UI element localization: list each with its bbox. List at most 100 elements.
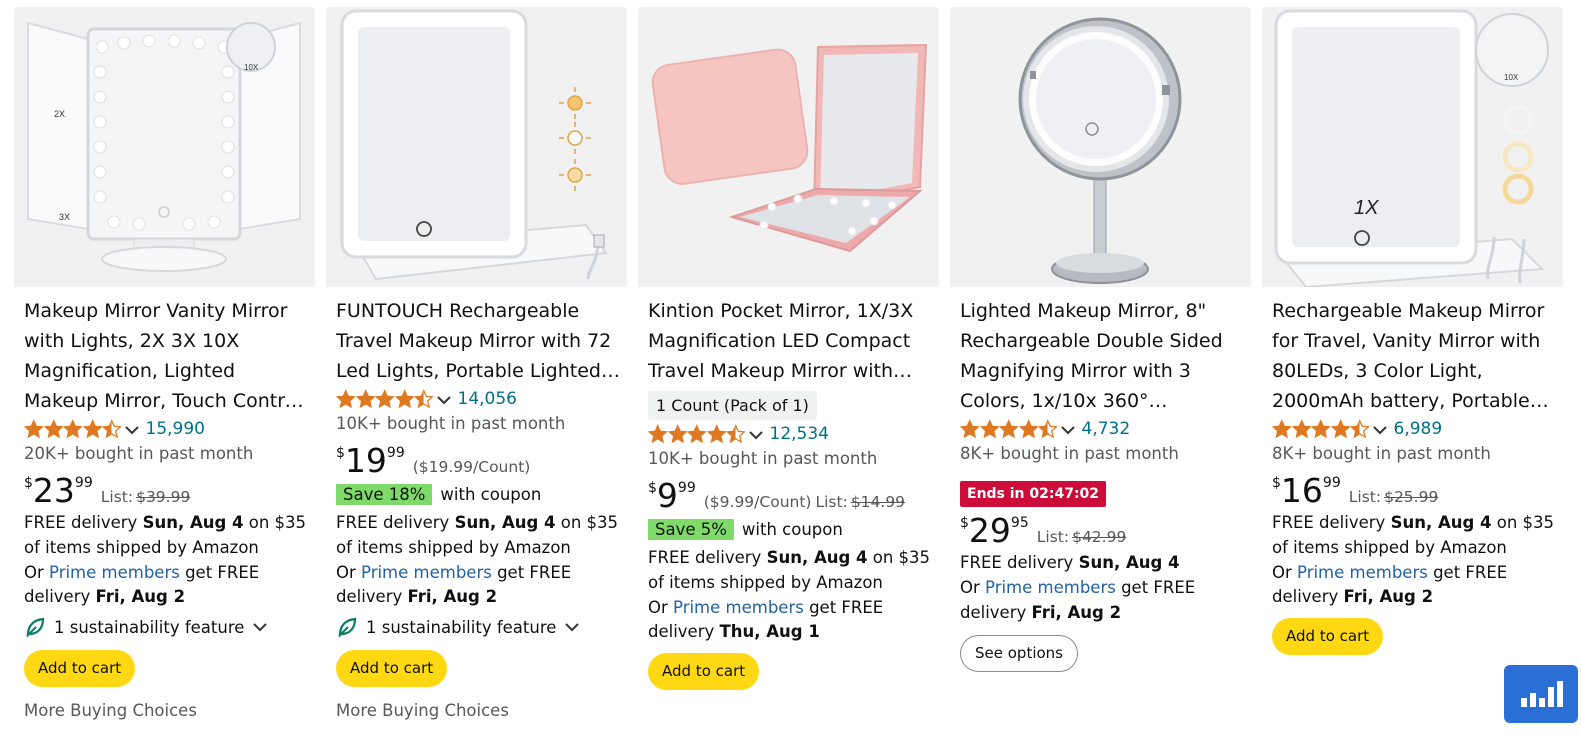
star-icon <box>43 419 63 439</box>
product-card: Lighted Makeup Mirror, 8" Rechargeable D… <box>950 7 1251 741</box>
bought-count: 8K+ bought in past month <box>1272 444 1491 463</box>
star-icon <box>648 424 668 444</box>
product-card: 10X 1X Rechargeable Makeup Mirror for Tr… <box>1262 7 1563 741</box>
chevron-down-icon[interactable] <box>124 424 140 436</box>
chevron-down-icon <box>565 623 580 632</box>
leaf-icon <box>338 617 357 638</box>
bought-count: 8K+ bought in past month <box>960 444 1179 463</box>
rating-count[interactable]: 6,989 <box>1394 419 1443 439</box>
rating-count[interactable]: 12,534 <box>770 424 829 444</box>
star-icon <box>667 424 687 444</box>
product-card: 2X 3X 10X Makeup Mirror Vanity Mirror wi… <box>14 7 315 741</box>
image-label: 10X <box>1504 73 1519 82</box>
deal-timer-badge: Ends in 02:47:02 <box>960 481 1107 507</box>
price[interactable]: $ 16 99 List: $25.99 <box>1272 473 1557 511</box>
product-image[interactable] <box>638 7 939 287</box>
travel-mirror-image <box>340 9 608 281</box>
add-to-cart-button[interactable]: Add to cart <box>1272 618 1384 656</box>
rating-count[interactable]: 4,732 <box>1082 419 1131 439</box>
sustainability-feature[interactable]: 1 sustainability feature <box>24 612 309 642</box>
see-options-button[interactable]: See options <box>960 635 1078 673</box>
product-title[interactable]: Kintion Pocket Mirror, 1X/3X Magnificati… <box>648 296 933 386</box>
bought-count: 20K+ bought in past month <box>24 444 254 463</box>
coupon-row[interactable]: Save 18% with coupon <box>336 481 621 507</box>
feedback-button[interactable] <box>1504 665 1578 723</box>
star-icon <box>82 419 102 439</box>
chevron-down-icon[interactable] <box>1372 424 1388 436</box>
prime-members-link[interactable]: Prime members <box>985 578 1116 597</box>
star-icon <box>979 419 999 439</box>
price[interactable]: $ 23 99 List: $39.99 <box>24 473 309 511</box>
image-label: 1X <box>1354 197 1379 219</box>
product-image[interactable]: 2X 3X 10X <box>14 7 315 287</box>
price[interactable]: $ 9 99 ($9.99/Count) List: $14.99 <box>648 478 933 516</box>
more-buying-choices[interactable]: More Buying Choices <box>336 701 621 720</box>
star-rating <box>1272 419 1370 439</box>
chevron-down-icon <box>253 623 268 632</box>
chevron-down-icon[interactable] <box>1060 424 1076 436</box>
rating-count[interactable]: 15,990 <box>146 419 205 439</box>
list-price: List: $25.99 <box>1348 488 1439 506</box>
star-icon <box>414 389 434 409</box>
rating-row[interactable]: 12,534 <box>648 422 933 446</box>
star-icon <box>355 389 375 409</box>
star-icon <box>726 424 746 444</box>
star-icon <box>1038 419 1058 439</box>
size-option[interactable]: 1 Count (Pack of 1) <box>648 391 817 420</box>
prime-members-link[interactable]: Prime members <box>49 563 180 582</box>
bought-count: 10K+ bought in past month <box>336 414 566 433</box>
chevron-down-icon[interactable] <box>748 429 764 441</box>
more-buying-choices[interactable]: More Buying Choices <box>24 701 309 720</box>
image-label: 3X <box>59 212 70 222</box>
round-mirror-image <box>1018 17 1182 284</box>
star-icon <box>1350 419 1370 439</box>
add-to-cart-button[interactable]: Add to cart <box>336 650 448 688</box>
sustainability-feature[interactable]: 1 sustainability feature <box>336 612 621 642</box>
rating-row[interactable]: 4,732 <box>960 417 1245 441</box>
image-label: 2X <box>54 109 65 119</box>
star-icon <box>706 424 726 444</box>
delivery-info: FREE delivery Sun, Aug 4 Or Prime member… <box>960 553 1196 622</box>
product-image[interactable]: 10X 1X <box>1262 7 1563 287</box>
delivery-info: FREE delivery Sun, Aug 4 on $35 of items… <box>1272 513 1555 607</box>
rating-row[interactable]: 6,989 <box>1272 417 1557 441</box>
coupon-badge: Save 5% <box>648 518 734 540</box>
unit-price: ($9.99/Count) <box>703 493 812 511</box>
star-icon <box>1272 419 1292 439</box>
price[interactable]: $ 29 95 List: $42.99 <box>960 513 1245 551</box>
list-price: List: $14.99 <box>815 493 906 511</box>
star-icon <box>1330 419 1350 439</box>
prime-members-link[interactable]: Prime members <box>361 563 492 582</box>
price[interactable]: $ 19 99 ($19.99/Count) <box>336 443 621 481</box>
product-card: FUNTOUCH Rechargeable Travel Makeup Mirr… <box>326 7 627 741</box>
star-icon <box>375 389 395 409</box>
star-icon <box>336 389 356 409</box>
rating-row[interactable]: 14,056 <box>336 387 621 411</box>
star-icon <box>102 419 122 439</box>
prime-members-link[interactable]: Prime members <box>1297 563 1428 582</box>
product-title[interactable]: FUNTOUCH Rechargeable Travel Makeup Mirr… <box>336 296 621 386</box>
pocket-mirror-image <box>651 43 928 253</box>
star-icon <box>999 419 1019 439</box>
add-to-cart-button[interactable]: Add to cart <box>648 653 760 691</box>
product-image[interactable] <box>326 7 627 287</box>
coupon-row[interactable]: Save 5% with coupon <box>648 516 933 542</box>
add-to-cart-button[interactable]: Add to cart <box>24 650 136 688</box>
product-title[interactable]: Lighted Makeup Mirror, 8" Rechargeable D… <box>960 296 1245 416</box>
product-card: Kintion Pocket Mirror, 1X/3X Magnificati… <box>638 7 939 741</box>
bar-chart-icon <box>1521 681 1563 707</box>
star-rating <box>960 419 1058 439</box>
rating-count[interactable]: 14,056 <box>458 389 517 409</box>
chevron-down-icon[interactable] <box>436 394 452 406</box>
product-image[interactable] <box>950 7 1251 287</box>
product-title[interactable]: Rechargeable Makeup Mirror for Travel, V… <box>1272 296 1557 416</box>
coupon-badge: Save 18% <box>336 483 433 505</box>
star-rating <box>24 419 122 439</box>
results-grid: 2X 3X 10X Makeup Mirror Vanity Mirror wi… <box>14 7 1563 741</box>
product-title[interactable]: Makeup Mirror Vanity Mirror with Lights,… <box>24 296 309 416</box>
prime-members-link[interactable]: Prime members <box>673 598 804 617</box>
star-icon <box>1291 419 1311 439</box>
delivery-info: FREE delivery Sun, Aug 4 on $35 of items… <box>648 548 931 642</box>
rating-row[interactable]: 15,990 <box>24 417 309 441</box>
unit-price: ($19.99/Count) <box>412 458 531 476</box>
